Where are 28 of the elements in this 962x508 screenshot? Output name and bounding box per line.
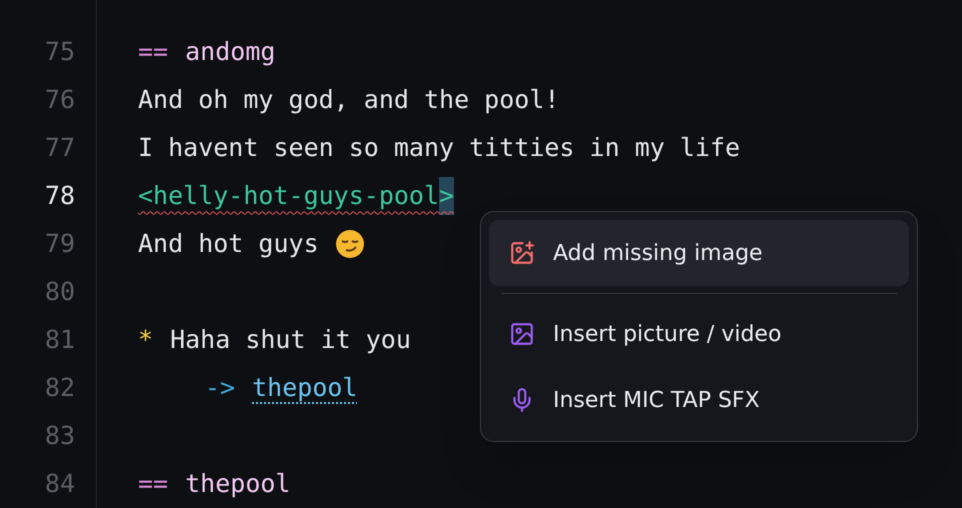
knot-name: andomg	[185, 36, 276, 68]
story-text: I havent seen so many titties in my life	[138, 132, 740, 164]
line-number: 81	[44, 324, 75, 356]
choice-marker: *	[138, 324, 154, 356]
choice-text: Haha shut it you	[170, 324, 411, 356]
line-number: 75	[44, 36, 75, 68]
line-number: 76	[44, 84, 75, 116]
knot-marker: ==	[138, 36, 168, 68]
line-number: 77	[44, 132, 75, 164]
text-cursor-selection: >	[439, 177, 454, 215]
line-number: 79	[44, 228, 75, 260]
divert-arrow: ->	[205, 372, 236, 404]
line-number: 84	[44, 468, 75, 500]
line-number: 80	[44, 276, 75, 308]
menu-item[interactable]: Add missing image	[489, 220, 909, 286]
knot-marker: ==	[138, 468, 168, 500]
story-text: And oh my god, and the pool!	[138, 84, 560, 116]
line-number: 82	[44, 372, 75, 404]
menu-item[interactable]: Insert MIC TAP SFX	[489, 367, 909, 433]
image-plus-icon	[509, 240, 535, 266]
story-text: And hot guys	[138, 228, 319, 260]
image-icon	[509, 321, 535, 347]
menu-item[interactable]: Insert picture / video	[489, 301, 909, 367]
knot-name: thepool	[185, 468, 290, 500]
line-number: 83	[44, 420, 75, 452]
line-number: 78	[44, 180, 75, 212]
tag-text: <helly-hot-guys-pool	[138, 180, 440, 212]
divert-link[interactable]: thepool	[252, 369, 358, 407]
